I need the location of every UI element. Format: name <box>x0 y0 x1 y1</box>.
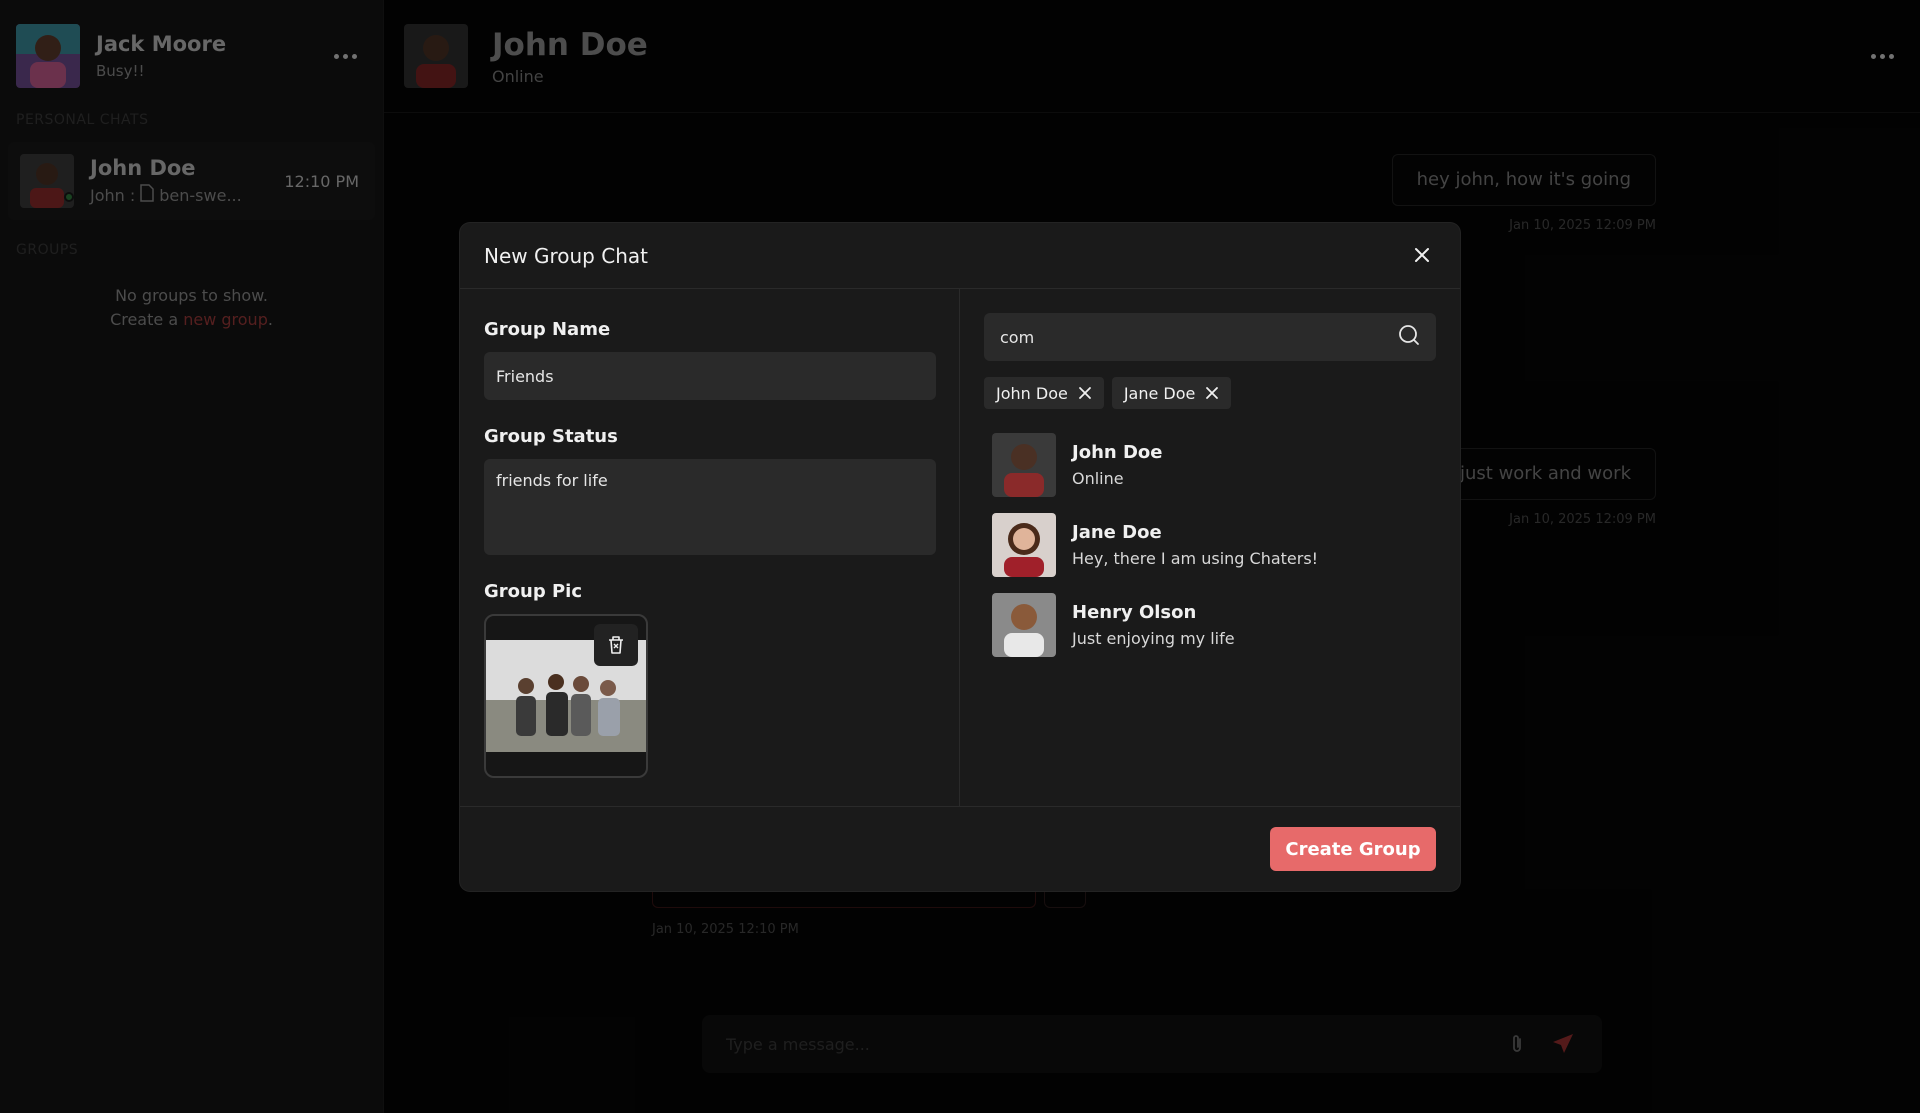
user-name: Henry Olson <box>1072 602 1197 623</box>
app-root: Jack Moore Busy!! PERSONAL CHATS John Do… <box>0 0 1920 1113</box>
group-status-label: Group Status <box>484 426 618 447</box>
user-name: John Doe <box>1072 442 1163 463</box>
member-chip: John Doe <box>984 377 1104 409</box>
remove-chip-icon[interactable] <box>1205 386 1219 400</box>
group-name-label: Group Name <box>484 319 611 340</box>
chip-label: John Doe <box>996 383 1068 403</box>
trash-icon[interactable] <box>594 624 638 666</box>
user-item[interactable]: John Doe Online <box>984 425 1436 505</box>
group-pic-label: Group Pic <box>484 581 583 602</box>
member-search <box>984 313 1436 361</box>
remove-chip-icon[interactable] <box>1078 386 1092 400</box>
create-group-button[interactable]: Create Group <box>1270 827 1436 871</box>
modal-header: New Group Chat <box>460 223 1460 289</box>
chip-label: Jane Doe <box>1123 383 1196 403</box>
member-chip: Jane Doe <box>1111 377 1232 409</box>
group-name-input[interactable] <box>484 352 936 400</box>
member-picker: John Doe Jane Doe John Doe <box>960 289 1460 806</box>
user-item[interactable]: Jane Doe Hey, there I am using Chaters! <box>984 505 1436 585</box>
modal-footer: Create Group <box>460 807 1460 891</box>
user-status: Just enjoying my life <box>1072 629 1235 648</box>
user-name: Jane Doe <box>1072 522 1162 543</box>
modal-body: Group Name Group Status friends for life… <box>460 289 1460 807</box>
group-pic-preview[interactable] <box>484 614 648 778</box>
user-item[interactable]: Henry Olson Just enjoying my life <box>984 585 1436 665</box>
new-group-modal: New Group Chat Group Name Group Status f… <box>460 223 1460 891</box>
close-icon[interactable] <box>1410 243 1434 267</box>
user-avatar <box>992 513 1056 577</box>
user-list: John Doe Online Jane Doe Hey, there I am… <box>984 425 1436 665</box>
user-avatar <box>992 593 1056 657</box>
modal-title: New Group Chat <box>484 243 648 268</box>
group-status-input[interactable]: friends for life <box>484 459 936 555</box>
selected-members: John Doe Jane Doe <box>984 377 1436 409</box>
user-status: Online <box>1072 469 1124 488</box>
search-input[interactable] <box>1000 327 1398 347</box>
group-details: Group Name Group Status friends for life… <box>460 289 960 806</box>
user-status: Hey, there I am using Chaters! <box>1072 549 1319 568</box>
user-avatar <box>992 433 1056 497</box>
search-icon[interactable] <box>1398 324 1420 350</box>
